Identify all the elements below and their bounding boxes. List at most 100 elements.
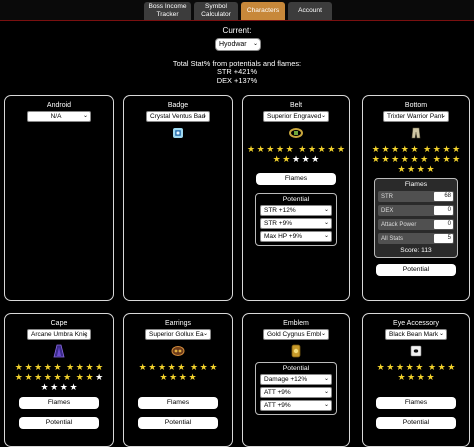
star-filled-icon: ★ <box>376 362 385 372</box>
pants-icon <box>411 127 421 139</box>
chevron-down-icon: ⌄ <box>201 113 207 119</box>
star-filled-icon: ★ <box>95 362 104 372</box>
flame-label: Attack Power <box>381 221 417 228</box>
potential-button[interactable]: Potential <box>138 417 218 429</box>
flame-all-stats-input[interactable]: 5 <box>434 234 453 243</box>
star-empty-icon: ★ <box>69 382 78 392</box>
belt-icon <box>289 128 303 138</box>
star-filled-icon: ★ <box>327 144 336 154</box>
card-cape: Cape Arcane Umbra Kniç ⌄ ★ ★ ★ ★ ★ ★ ★ ★ ★ ★ ★ ★ ★ ★… <box>4 313 114 447</box>
belt-select[interactable]: Superior Engraved ⌄ <box>263 111 329 122</box>
star-filled-icon: ★ <box>178 372 187 382</box>
potential-line-3[interactable]: ATT +9% ⌄ <box>260 400 332 411</box>
potential-line-2-value: ATT +9% <box>264 389 291 396</box>
star-force-stars: ★ ★ ★ ★ ★ ★ ★ ★ ★ ★ ★ ★ <box>372 362 460 382</box>
tab-bar: Boss Income Tracker Symbol Calculator Ch… <box>144 2 332 20</box>
card-title: Bottom <box>404 102 428 109</box>
potential-button[interactable]: Potential <box>376 417 456 429</box>
card-title: Earrings <box>164 320 192 327</box>
flames-button[interactable]: Flames <box>256 173 336 185</box>
tab-account[interactable]: Account <box>288 2 332 20</box>
star-filled-icon: ★ <box>452 144 461 154</box>
potential-button[interactable]: Potential <box>19 417 99 429</box>
total-dex: DEX +137% <box>216 75 258 85</box>
potential-line-1-value: STR +12% <box>264 207 296 214</box>
star-filled-icon: ★ <box>415 362 424 372</box>
card-belt: Belt Superior Engraved ⌄ ★ ★ ★ ★ ★ ★ ★ ★ ★ ★ ★ ★ ★ ★… <box>242 95 350 301</box>
flame-str-input[interactable]: 68 <box>434 192 453 201</box>
star-filled-icon: ★ <box>53 372 62 382</box>
star-filled-icon: ★ <box>452 154 461 164</box>
potential-button[interactable]: Potential <box>376 264 456 276</box>
star-filled-icon: ★ <box>24 362 33 372</box>
chevron-down-icon: ⌄ <box>323 220 329 226</box>
chevron-down-icon: ⌄ <box>82 331 88 337</box>
flames-button[interactable]: Flames <box>19 397 99 409</box>
star-empty-icon: ★ <box>50 382 59 392</box>
star-filled-icon: ★ <box>167 362 176 372</box>
flame-dex-input[interactable]: 0 <box>434 206 453 215</box>
chevron-down-icon: ⌄ <box>82 113 88 119</box>
tab-symbol-calculator[interactable]: Symbol Calculator <box>194 2 238 20</box>
star-filled-icon: ★ <box>386 362 395 372</box>
card-title: Belt <box>289 102 303 109</box>
potential-line-1[interactable]: Damage +12% ⌄ <box>260 374 332 385</box>
star-filled-icon: ★ <box>317 144 326 154</box>
card-title: Eye Accessory <box>393 320 439 327</box>
star-filled-icon: ★ <box>272 154 281 164</box>
current-label: Current: <box>222 26 252 35</box>
star-empty-icon: ★ <box>311 154 320 164</box>
potential-panel: Potential STR +12% ⌄ STR +9% ⌄ Max HP +9% ⌄ <box>255 193 337 246</box>
android-select[interactable]: N/A ⌄ <box>27 111 91 122</box>
chevron-down-icon: ⌄ <box>438 331 444 337</box>
flame-row-all-stats: All Stats 5 <box>378 233 454 244</box>
star-filled-icon: ★ <box>397 164 406 174</box>
emblem-select[interactable]: Gold Cygnus Embl ⌄ <box>263 329 329 340</box>
chevron-down-icon: ⌄ <box>323 233 329 239</box>
potential-line-3-value: ATT +9% <box>264 402 291 409</box>
star-filled-icon: ★ <box>442 144 451 154</box>
tab-boss-income-tracker[interactable]: Boss Income Tracker <box>144 2 191 20</box>
character-select[interactable]: Hyodwar ⌄ <box>215 38 261 51</box>
flames-panel: Flames STR 68 DEX 0 Attack Power 0 All Stat… <box>374 178 458 258</box>
bottom-select[interactable]: Trixter Warrior Pant ⌄ <box>383 111 449 122</box>
card-badge: Badge Crystal Ventus Bad ⌄ <box>123 95 233 301</box>
earrings-select[interactable]: Superior Gollux Ea ⌄ <box>145 329 211 340</box>
star-filled-icon: ★ <box>209 362 218 372</box>
star-filled-icon: ★ <box>75 362 84 372</box>
top-bar: Boss Income Tracker Symbol Calculator Ch… <box>0 0 474 21</box>
flames-button[interactable]: Flames <box>138 397 218 409</box>
tab-characters[interactable]: Characters <box>241 2 285 20</box>
cape-select[interactable]: Arcane Umbra Kniç ⌄ <box>27 329 91 340</box>
flame-attack-power-input[interactable]: 0 <box>434 220 453 229</box>
flame-score: Score: 113 <box>400 247 432 254</box>
potential-line-3[interactable]: Max HP +9% ⌄ <box>260 231 332 242</box>
flame-label: DEX <box>381 207 394 214</box>
chevron-down-icon: ⌄ <box>323 389 329 395</box>
chevron-down-icon: ⌄ <box>323 402 329 408</box>
card-title: Emblem <box>283 320 309 327</box>
star-filled-icon: ★ <box>34 362 43 372</box>
star-filled-icon: ★ <box>43 372 52 382</box>
potential-line-2[interactable]: STR +9% ⌄ <box>260 218 332 229</box>
badge-select[interactable]: Crystal Ventus Bad ⌄ <box>146 111 210 122</box>
chevron-down-icon: ⌄ <box>320 331 326 337</box>
chevron-down-icon: ⌄ <box>323 207 329 213</box>
star-filled-icon: ★ <box>75 372 84 382</box>
flame-row-str: STR 68 <box>378 191 454 202</box>
eye-accessory-select[interactable]: Black Bean Mark ⌄ <box>385 329 447 340</box>
star-filled-icon: ★ <box>371 144 380 154</box>
star-empty-icon: ★ <box>40 382 49 392</box>
star-filled-icon: ★ <box>437 362 446 372</box>
card-bottom: Bottom Trixter Warrior Pant ⌄ ★ ★ ★ ★ ★ ★ ★ ★ ★ ★… <box>362 95 470 301</box>
android-select-value: N/A <box>50 113 62 120</box>
card-earrings: Earrings Superior Gollux Ea ⌄ ★ ★ ★ ★ ★ ★ ★ ★ ★ ★… <box>123 313 233 447</box>
flames-button[interactable]: Flames <box>376 397 456 409</box>
star-filled-icon: ★ <box>400 144 409 154</box>
potential-line-1[interactable]: STR +12% ⌄ <box>260 205 332 216</box>
card-emblem: Emblem Gold Cygnus Embl ⌄ Potential Dama… <box>242 313 350 447</box>
potential-title: Potential <box>282 365 310 372</box>
star-filled-icon: ★ <box>169 372 178 382</box>
star-filled-icon: ★ <box>246 144 256 154</box>
potential-line-2[interactable]: ATT +9% ⌄ <box>260 387 332 398</box>
